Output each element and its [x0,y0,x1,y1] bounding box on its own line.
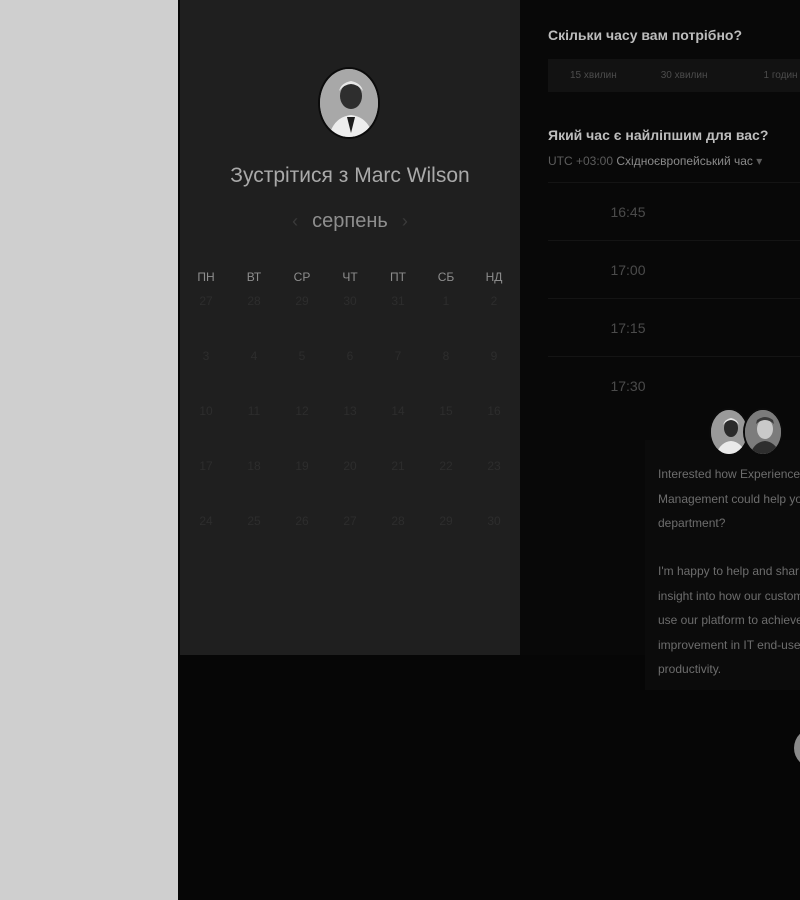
time-slot[interactable]: 17:30 [548,356,800,414]
calendar-day: 22 [439,459,453,473]
calendar-day: 30 [487,514,501,528]
duration-question: Скільки часу вам потрібно? [548,27,743,43]
weekday-label: НД [485,270,503,284]
calendar-day: 2 [490,294,498,308]
timezone-name: Східноєвропейський час [616,154,753,168]
weekday-label: ПН [197,270,215,284]
time-slot-list: 16:45 17:00 17:15 17:30 [548,182,800,414]
weekday-label: ЧТ [342,270,358,284]
calendar-day: 21 [391,459,405,473]
calendar-day: 20 [343,459,357,473]
chat-agent-avatars [709,408,784,458]
time-slot[interactable]: 17:00 [548,240,800,298]
calendar-day: 25 [247,514,261,528]
duration-option-30[interactable]: 30 хвилин [661,70,708,81]
month-label: серпень [312,210,388,232]
weekday-header: ПН ВТ СР ЧТ ПТ СБ НД [182,270,518,284]
calendar-days: 27 28 29 30 31 1 2 3 4 5 6 7 8 9 10 11 1… [182,292,518,567]
calendar-day: 23 [487,459,501,473]
calendar-day: 8 [442,349,450,363]
weekday-label: ВТ [246,270,262,284]
time-question: Який час є найліпшим для вас? [548,127,769,143]
calendar-day: 5 [298,349,306,363]
calendar-day: 1 [442,294,450,308]
calendar-day: 18 [247,459,261,473]
chat-message: Interested how Experience Management cou… [658,467,800,530]
calendar-day: 29 [439,514,453,528]
calendar-day: 7 [394,349,402,363]
calendar-week: 3 4 5 6 7 8 9 [182,347,518,402]
calendar-day: 17 [199,459,213,473]
calendar-day: 10 [199,404,213,418]
weekday-label: ПТ [390,270,406,284]
calendar-day: 9 [490,349,498,363]
timezone-selector[interactable]: UTC +03:00 Східноєвропейський час ▾ [548,154,762,168]
time-slot[interactable]: 16:45 [548,182,800,240]
duration-selector: 15 хвилин 30 хвилин 1 годин [548,59,800,92]
calendar-day: 24 [199,514,213,528]
calendar-day: 27 [343,514,357,528]
month-navigator: ‹ серпень › [180,210,520,233]
caret-down-icon: ▾ [756,154,763,168]
calendar-day: 28 [247,294,261,308]
chat-message: I'm happy to help and shar insight into … [658,564,800,676]
calendar-day: 26 [295,514,309,528]
calendar-day: 28 [391,514,405,528]
calendar-day: 14 [391,404,405,418]
chevron-left-icon[interactable]: ‹ [292,211,298,232]
calendar-day: 12 [295,404,309,418]
duration-option-60[interactable]: 1 годин [764,70,798,81]
timezone-offset: UTC +03:00 [548,154,614,168]
calendar-day: 6 [346,349,354,363]
host-title: Зустрітися з Marc Wilson [230,164,470,187]
calendar-week: 24 25 26 27 28 29 30 [182,512,518,567]
time-slot[interactable]: 17:15 [548,298,800,356]
weekday-label: СР [293,270,311,284]
calendar-day: 4 [250,349,258,363]
duration-option-15[interactable]: 15 хвилин [570,70,617,81]
calendar-week: 10 11 12 13 14 15 16 [182,402,518,457]
calendar-day: 31 [391,294,405,308]
calendar-day: 16 [487,404,501,418]
calendar-day: 15 [439,404,453,418]
calendar-day: 11 [247,404,261,418]
calendar-day: 30 [343,294,357,308]
host-avatar [318,67,380,139]
calendar-day: 29 [295,294,309,308]
weekday-label: СБ [437,270,455,284]
agent-avatar [743,408,783,456]
calendar-day: 27 [199,294,213,308]
calendar-week: 27 28 29 30 31 1 2 [182,292,518,347]
calendar-day: 19 [295,459,309,473]
calendar-day: 3 [202,349,210,363]
calendar-week: 17 18 19 20 21 22 23 [182,457,518,512]
chevron-right-icon[interactable]: › [402,211,408,232]
calendar-day: 13 [343,404,357,418]
